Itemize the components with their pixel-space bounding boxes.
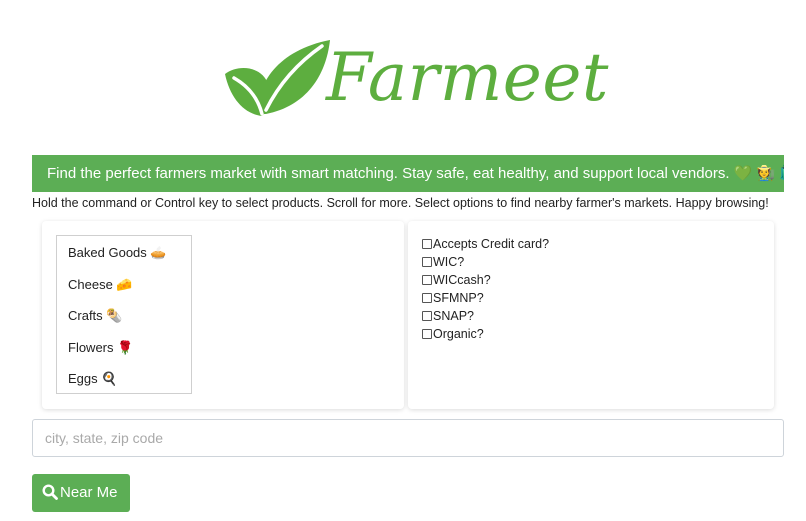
option-snap[interactable]: SNAP?	[408, 307, 549, 325]
near-me-button[interactable]: Near Me	[32, 474, 130, 512]
wic-checkbox[interactable]	[422, 257, 432, 267]
option-wiccash[interactable]: WICcash?	[408, 271, 549, 289]
option-wic[interactable]: WIC?	[408, 253, 549, 271]
option-label: WIC?	[433, 255, 465, 269]
option-credit-card[interactable]: Accepts Credit card?	[408, 235, 549, 253]
option-label: SFMNP?	[433, 291, 484, 305]
product-option[interactable]: Crafts 🌯	[57, 306, 191, 338]
option-label: WICcash?	[433, 273, 491, 287]
search-icon	[42, 484, 58, 500]
option-label: SNAP?	[433, 309, 474, 323]
location-search-input[interactable]	[32, 419, 784, 457]
leaf-icon	[225, 40, 330, 116]
product-select[interactable]: Baked Goods 🥧 Cheese 🧀 Crafts 🌯 Flowers …	[56, 235, 192, 394]
tagline-banner: Find the perfect farmers market with sma…	[32, 155, 784, 192]
option-organic[interactable]: Organic?	[408, 325, 549, 343]
option-label: Organic?	[433, 327, 484, 341]
options-list: Accepts Credit card? WIC? WICcash? SFMNP…	[408, 235, 549, 343]
product-option[interactable]: Baked Goods 🥧	[57, 243, 191, 275]
products-card: Baked Goods 🥧 Cheese 🧀 Crafts 🌯 Flowers …	[42, 221, 404, 409]
options-card: Accepts Credit card? WIC? WICcash? SFMNP…	[408, 221, 774, 409]
instructions-text: Hold the command or Control key to selec…	[32, 196, 769, 210]
product-option[interactable]: Cheese 🧀	[57, 275, 191, 307]
wiccash-checkbox[interactable]	[422, 275, 432, 285]
logo-text: Farmeet	[326, 39, 609, 116]
option-label: Accepts Credit card?	[433, 237, 550, 251]
organic-checkbox[interactable]	[422, 329, 432, 339]
credit-card-checkbox[interactable]	[422, 239, 432, 249]
near-me-label: Near Me	[60, 484, 118, 501]
option-sfmnp[interactable]: SFMNP?	[408, 289, 549, 307]
product-option[interactable]: Flowers 🌹	[57, 338, 191, 370]
snap-checkbox[interactable]	[422, 311, 432, 321]
logo: Farmeet	[222, 36, 608, 120]
product-option[interactable]: Eggs 🍳	[57, 369, 191, 401]
sfmnp-checkbox[interactable]	[422, 293, 432, 303]
